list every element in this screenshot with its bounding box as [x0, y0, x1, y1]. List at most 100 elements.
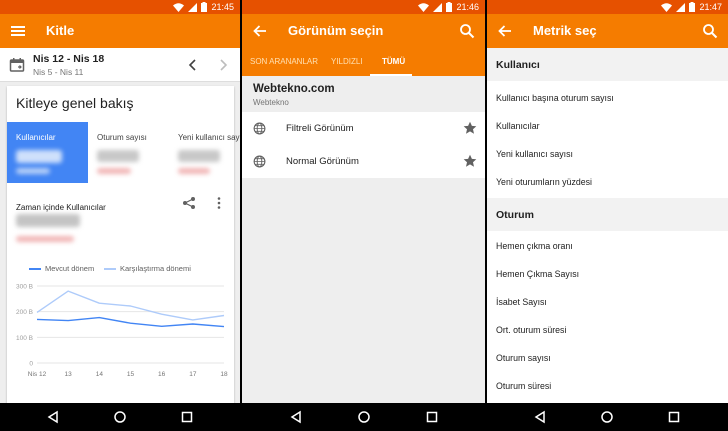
x-tick-label: 18	[220, 371, 228, 378]
legend-current: Mevcut dönem	[29, 264, 94, 273]
chart-section-title: Zaman içinde Kullanıcılar	[16, 203, 106, 212]
y-tick-label: 300 B	[16, 284, 33, 291]
legend-comparison: Karşılaştırma dönemi	[104, 264, 191, 273]
section-title: Oturum	[496, 209, 534, 221]
battery-icon	[446, 2, 453, 12]
back-triangle-icon[interactable]	[533, 410, 547, 424]
more-vert-icon[interactable]	[212, 196, 226, 210]
metric-item-label: İsabet Sayısı	[496, 297, 547, 307]
metric-item[interactable]: Ort. oturum süresi	[487, 316, 728, 344]
chevron-right-icon[interactable]	[216, 58, 230, 72]
users-over-time-chart: 0 100 B 200 B 300 B Nis 12 13 14 15 16 17 18	[16, 284, 228, 379]
recents-square-icon[interactable]	[180, 410, 194, 424]
legend-swatch	[104, 267, 116, 270]
screen-select-metric: 21:47 Metrik seç Kullanıcı Kullanıcı baş…	[487, 0, 728, 431]
recents-square-icon[interactable]	[667, 410, 681, 424]
tab-starred[interactable]: YILDIZLI	[331, 57, 363, 66]
date-range-bar[interactable]: Nis 12 - Nis 18 Nis 5 - Nis 11	[0, 48, 240, 82]
x-tick-label: 17	[189, 371, 197, 378]
chevron-left-icon[interactable]	[186, 58, 200, 72]
app-bar: Kitle	[0, 14, 240, 48]
app-bar-title: Metrik seç	[533, 23, 597, 38]
home-circle-icon[interactable]	[600, 410, 614, 424]
view-tabs: SON ARANANLAR YILDIZLI TÜMÜ	[242, 48, 485, 76]
calendar-icon[interactable]	[9, 57, 25, 73]
system-nav-bar	[242, 403, 485, 431]
metric-value-redacted	[16, 150, 62, 163]
screen-audience: 21:45 Kitle Nis 12 - Nis 18 Nis 5 - Nis …	[0, 0, 240, 431]
metric-tab-sessions[interactable]: Oturum sayısı	[88, 122, 170, 183]
star-icon[interactable]	[463, 154, 477, 168]
share-icon[interactable]	[182, 196, 196, 210]
battery-icon	[689, 2, 696, 12]
metric-tab-users[interactable]: Kullanıcılar	[7, 122, 88, 183]
recents-square-icon[interactable]	[425, 410, 439, 424]
signal-icon	[433, 2, 443, 12]
metric-item-label: Hemen Çıkma Sayısı	[496, 269, 580, 279]
home-circle-icon[interactable]	[357, 410, 371, 424]
back-arrow-icon[interactable]	[252, 23, 268, 39]
metric-item-label: Oturum sayısı	[496, 353, 551, 363]
y-tick-label: 200 B	[16, 309, 33, 316]
chart-legend: Mevcut dönem Karşılaştırma dönemi	[7, 264, 234, 276]
star-icon[interactable]	[463, 121, 477, 135]
back-arrow-icon[interactable]	[497, 23, 513, 39]
tab-all[interactable]: TÜMÜ	[382, 57, 405, 66]
section-header-user: Kullanıcı	[487, 48, 728, 81]
search-icon[interactable]	[702, 23, 718, 39]
y-tick-label: 0	[29, 361, 33, 368]
view-item-normal[interactable]: Normal Görünüm	[242, 145, 485, 178]
system-nav-bar	[487, 403, 728, 431]
home-circle-icon[interactable]	[113, 410, 127, 424]
status-time: 21:45	[211, 2, 234, 12]
system-nav-bar	[0, 403, 240, 431]
x-tick-label: 15	[127, 371, 135, 378]
x-tick-label: 14	[96, 371, 104, 378]
metric-item[interactable]: İsabet Sayısı	[487, 288, 728, 316]
view-label: Filtreli Görünüm	[286, 123, 354, 134]
metric-label: Oturum sayısı	[97, 133, 147, 142]
metric-item[interactable]: Yeni kullanıcı sayısı	[487, 140, 728, 168]
tab-recent[interactable]: SON ARANANLAR	[250, 57, 318, 66]
metric-item[interactable]: Kullanıcılar	[487, 112, 728, 140]
app-bar: Metrik seç	[487, 14, 728, 48]
wifi-icon	[418, 2, 430, 12]
signal-icon	[188, 2, 198, 12]
metric-value-redacted	[97, 150, 139, 162]
x-tick-label: 16	[158, 371, 166, 378]
metric-tab-new-users[interactable]: Yeni kullanıcı sayı	[170, 122, 240, 183]
date-range-compare: Nis 5 - Nis 11	[33, 67, 84, 77]
metric-item[interactable]: Oturum sayısı	[487, 344, 728, 372]
globe-icon	[253, 122, 266, 135]
back-triangle-icon[interactable]	[46, 410, 60, 424]
metric-item[interactable]: Yeni oturumların yüzdesi	[487, 168, 728, 196]
series-line-comparison	[36, 290, 225, 321]
status-bar: 21:45	[0, 0, 240, 14]
globe-icon	[253, 155, 266, 168]
chart-total-redacted	[16, 214, 80, 227]
metric-label: Yeni kullanıcı sayı	[178, 133, 240, 142]
metric-change-redacted	[16, 168, 50, 174]
search-icon[interactable]	[459, 23, 475, 39]
app-bar-title: Kitle	[46, 23, 75, 38]
metric-item[interactable]: Kullanıcı başına oturum sayısı	[487, 84, 728, 112]
section-header-session: Oturum	[487, 198, 728, 231]
metric-item[interactable]: Hemen Çıkma Sayısı	[487, 260, 728, 288]
metric-item-label: Yeni oturumların yüzdesi	[496, 177, 593, 187]
metric-item[interactable]: Oturum süresi	[487, 372, 728, 400]
metric-label: Kullanıcılar	[16, 133, 56, 142]
date-range-primary: Nis 12 - Nis 18	[33, 53, 105, 65]
card-title: Kitleye genel bakış	[16, 95, 134, 111]
metric-change-redacted	[178, 168, 210, 174]
metric-list: Kullanıcı Kullanıcı başına oturum sayısı…	[487, 48, 728, 403]
menu-icon[interactable]	[10, 23, 26, 39]
signal-icon	[676, 2, 686, 12]
view-list: Filtreli Görünüm Normal Görünüm	[242, 112, 485, 178]
view-item-filtered[interactable]: Filtreli Görünüm	[242, 112, 485, 145]
legend-swatch	[29, 267, 41, 270]
metric-item[interactable]: Hemen çıkma oranı	[487, 232, 728, 260]
back-triangle-icon[interactable]	[289, 410, 303, 424]
wifi-icon	[173, 2, 185, 12]
status-time: 21:46	[456, 2, 479, 12]
app-bar: Görünüm seçin	[242, 14, 485, 48]
